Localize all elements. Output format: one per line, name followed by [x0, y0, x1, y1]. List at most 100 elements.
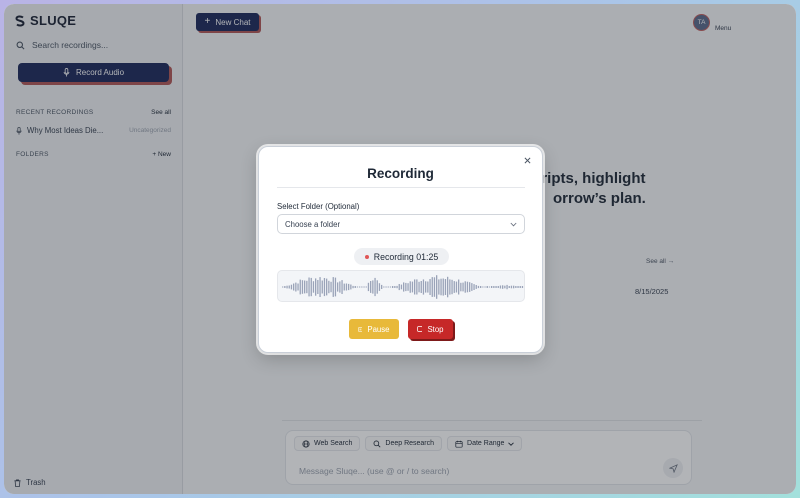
- folder-select[interactable]: Choose a folder: [277, 214, 525, 234]
- app-window: SLUQE Search recordings... Record Audio …: [4, 4, 796, 494]
- waveform-bar: [365, 286, 367, 288]
- waveform-bar: [354, 286, 356, 288]
- waveform-bar: [469, 282, 471, 292]
- waveform-bar: [471, 283, 473, 291]
- waveform-bar: [374, 277, 376, 297]
- waveform-bar: [451, 279, 453, 295]
- waveform-bar: [345, 283, 348, 291]
- waveform-bar: [394, 286, 396, 288]
- waveform-bar: [504, 285, 506, 289]
- waveform-bar: [436, 275, 438, 299]
- close-button[interactable]: [521, 154, 533, 166]
- waveform-bar: [442, 278, 444, 296]
- waveform-bar: [475, 285, 477, 289]
- recording-status: Recording 01:25: [354, 248, 449, 265]
- waveform-bar: [418, 281, 420, 293]
- waveform-bar: [473, 284, 475, 290]
- waveform-bar: [297, 283, 299, 291]
- waveform-bar: [328, 280, 330, 294]
- waveform-bar: [321, 280, 323, 294]
- waveform-bar: [458, 279, 460, 295]
- waveform-bar: [488, 286, 491, 288]
- waveform-bar: [427, 281, 429, 293]
- waveform-bar: [282, 286, 284, 288]
- waveform-bar: [385, 286, 387, 288]
- waveform-bar: [389, 286, 392, 288]
- waveform-bar: [506, 284, 508, 290]
- waveform-bar: [466, 281, 469, 293]
- waveform-bar: [429, 279, 431, 295]
- waveform-bar: [422, 279, 425, 295]
- waveform-bar: [378, 283, 381, 291]
- waveform-bar: [348, 283, 350, 291]
- waveform-bar: [334, 277, 337, 297]
- waveform-bar: [381, 284, 383, 289]
- waveform-bar: [405, 282, 407, 292]
- waveform-bar: [409, 281, 411, 293]
- pause-icon: [357, 326, 363, 332]
- waveform-bar: [482, 286, 484, 288]
- waveform-bar: [376, 280, 378, 294]
- waveform-bar: [308, 277, 310, 297]
- waveform-bar: [343, 283, 345, 291]
- pause-label: Pause: [367, 324, 390, 334]
- waveform-bar: [508, 286, 510, 288]
- waveform-bar: [352, 285, 354, 289]
- waveform-bar: [449, 279, 451, 295]
- recording-indicator-icon: [364, 254, 369, 259]
- recording-modal: Recording Select Folder (Optional) Choos…: [258, 146, 543, 353]
- waveform-bar: [484, 286, 486, 288]
- chevron-down-icon: [510, 222, 517, 226]
- waveform-bar: [290, 284, 293, 290]
- waveform-bar: [464, 281, 466, 293]
- waveform-bar: [486, 286, 488, 288]
- waveform-bar: [491, 286, 493, 288]
- pause-button[interactable]: Pause: [348, 319, 399, 339]
- waveform-bar: [497, 286, 499, 288]
- waveform-bar: [299, 279, 301, 295]
- stop-icon: [416, 326, 423, 332]
- waveform-bar: [420, 281, 422, 293]
- waveform-bar: [414, 279, 416, 295]
- waveform-bar: [425, 281, 427, 293]
- waveform-bar: [460, 282, 462, 292]
- waveform-bar: [495, 286, 497, 288]
- waveform-bar: [416, 279, 418, 295]
- waveform-bar: [510, 285, 513, 289]
- waveform-bar: [293, 283, 295, 291]
- waveform-bar: [477, 285, 480, 289]
- folder-select-value: Choose a folder: [285, 219, 341, 229]
- waveform-bar: [431, 277, 433, 297]
- waveform-bar: [295, 282, 297, 292]
- waveform-bar: [323, 278, 326, 297]
- waveform-bar: [332, 277, 334, 297]
- waveform-bar: [387, 286, 389, 288]
- folder-select-label: Select Folder (Optional): [277, 202, 360, 211]
- waveform-bar: [521, 286, 524, 288]
- waveform-bar: [392, 286, 394, 288]
- waveform-bar: [398, 284, 400, 291]
- waveform-bar: [341, 280, 343, 294]
- waveform-bar: [440, 278, 442, 296]
- waveform-bar: [304, 280, 306, 294]
- waveform-bar: [319, 277, 321, 297]
- waveform-bar: [396, 285, 398, 289]
- waveform-bar: [444, 279, 447, 295]
- waveform-bar: [367, 282, 370, 292]
- waveform-bar: [502, 285, 504, 289]
- waveform-bar: [453, 281, 455, 293]
- waveform-bar: [317, 280, 319, 294]
- waveform-bar: [372, 280, 374, 294]
- waveform-bar: [339, 281, 341, 293]
- waveform-bar: [312, 281, 315, 293]
- recording-status-text: Recording 01:25: [373, 251, 439, 262]
- waveform-bar: [447, 276, 449, 298]
- waveform-bar: [301, 280, 304, 294]
- waveform-bar: [480, 286, 482, 288]
- waveform-bar: [403, 282, 405, 292]
- waveform-bar: [515, 286, 517, 288]
- waveform-bar: [286, 285, 288, 289]
- waveform-bar: [350, 284, 352, 290]
- stop-button[interactable]: Stop: [407, 319, 453, 339]
- waveform-bar: [356, 286, 359, 288]
